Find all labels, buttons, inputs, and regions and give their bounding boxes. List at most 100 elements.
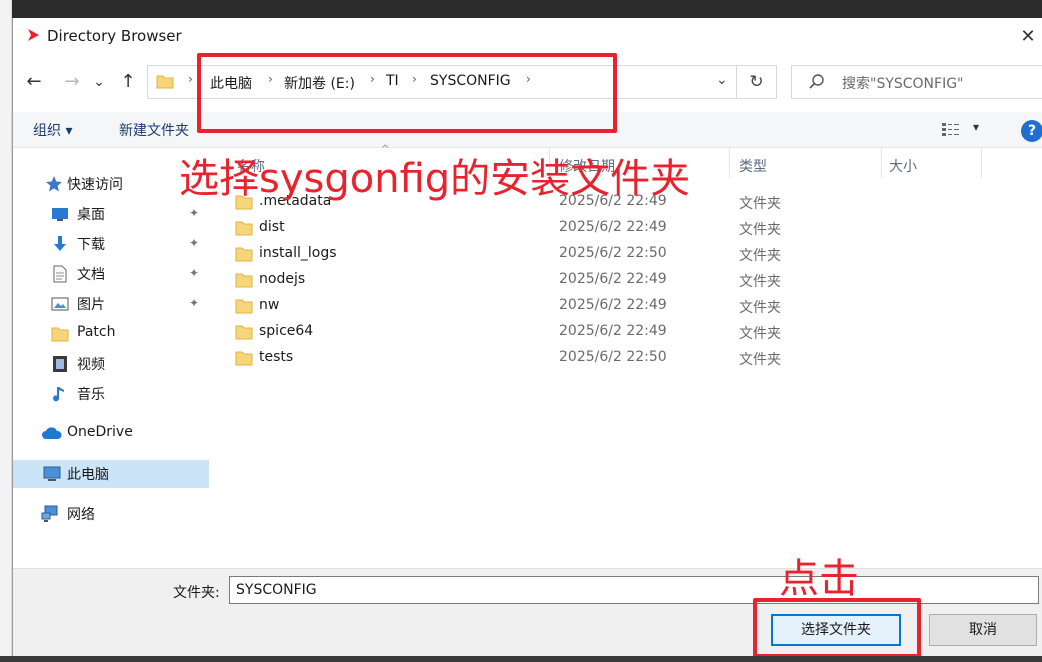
file-name: nw — [259, 297, 280, 313]
breadcrumb-separator: › — [188, 72, 193, 86]
app-logo-icon — [28, 29, 39, 41]
organize-menu[interactable]: 组织 ▾ — [33, 120, 72, 140]
file-name: install_logs — [259, 245, 337, 261]
sidebar-label: 下载 — [77, 237, 105, 253]
column-header-type[interactable]: 类型 — [739, 156, 767, 176]
file-type: 文件夹 — [739, 248, 781, 264]
window-title: Directory Browser — [47, 27, 182, 45]
refresh-button[interactable]: ↻ — [737, 65, 777, 99]
sidebar-item-network[interactable]: 网络 — [13, 500, 209, 528]
document-icon — [53, 265, 67, 283]
annotation-box-address — [197, 53, 617, 133]
column-divider[interactable] — [981, 148, 982, 178]
file-date: 2025/6/2 22:49 — [559, 219, 667, 235]
file-row[interactable]: install_logs 2025/6/2 22:50 文件夹 — [209, 242, 1042, 268]
folder-icon — [51, 327, 69, 342]
annotation-text-select-folder: 选择sysgonfig的安装文件夹 — [179, 156, 691, 202]
column-divider[interactable] — [729, 148, 730, 178]
sidebar-label: 此电脑 — [67, 467, 109, 483]
annotation-text-click: 点击 — [779, 556, 859, 602]
file-type: 文件夹 — [739, 352, 781, 368]
pin-icon: ✦ — [189, 206, 200, 220]
sidebar-item-documents[interactable]: 文档 ✦ — [13, 260, 209, 288]
file-date: 2025/6/2 22:50 — [559, 245, 667, 261]
view-options-icon[interactable] — [941, 121, 961, 139]
new-folder-button[interactable]: 新建文件夹 — [119, 120, 189, 140]
file-type: 文件夹 — [739, 274, 781, 290]
annotation-box-select-button — [753, 598, 921, 658]
forward-button[interactable]: → — [59, 68, 85, 96]
view-dropdown-icon[interactable]: ▾ — [973, 120, 979, 134]
sidebar-label: 文档 — [77, 267, 105, 283]
directory-browser-dialog: Directory Browser ✕ ← → ⌄ ↑ › 此电脑 › 新加卷 … — [12, 18, 1042, 658]
folder-icon — [235, 247, 253, 262]
file-date: 2025/6/2 22:49 — [559, 271, 667, 287]
search-input[interactable]: 搜索"SYSCONFIG" — [791, 65, 1042, 99]
star-icon — [46, 176, 62, 192]
sidebar-item-patch[interactable]: Patch — [13, 320, 209, 348]
file-name: nodejs — [259, 271, 306, 287]
sidebar-label: 图片 — [77, 297, 105, 313]
back-button[interactable]: ← — [21, 68, 47, 96]
music-icon — [53, 387, 64, 402]
up-button[interactable]: ↑ — [115, 68, 141, 96]
file-name: spice64 — [259, 323, 314, 339]
sidebar-item-desktop[interactable]: 桌面 ✦ — [13, 200, 209, 228]
computer-icon — [43, 466, 61, 481]
sidebar-item-downloads[interactable]: 下载 ✦ — [13, 230, 209, 258]
cancel-button[interactable]: 取消 — [929, 614, 1037, 646]
sidebar-item-videos[interactable]: 视频 — [13, 350, 209, 378]
file-name: dist — [259, 219, 285, 235]
search-placeholder: 搜索"SYSCONFIG" — [842, 76, 964, 92]
download-icon — [54, 236, 66, 251]
file-date: 2025/6/2 22:49 — [559, 323, 667, 339]
folder-icon — [235, 221, 253, 236]
pin-icon: ✦ — [189, 236, 200, 250]
pin-icon: ✦ — [189, 266, 200, 280]
pin-icon: ✦ — [189, 296, 200, 310]
file-row[interactable]: nw 2025/6/2 22:49 文件夹 — [209, 294, 1042, 320]
file-row[interactable]: dist 2025/6/2 22:49 文件夹 — [209, 216, 1042, 242]
folder-icon — [235, 351, 253, 366]
folder-icon — [156, 75, 174, 89]
file-date: 2025/6/2 22:49 — [559, 297, 667, 313]
background-window-edge — [0, 0, 12, 662]
sidebar-item-onedrive[interactable]: OneDrive — [13, 420, 209, 448]
column-divider[interactable] — [881, 148, 882, 178]
sidebar-label: 网络 — [67, 507, 95, 523]
background-taskbar-strip — [0, 656, 1042, 662]
file-row[interactable]: tests 2025/6/2 22:50 文件夹 — [209, 346, 1042, 372]
search-icon — [809, 74, 824, 89]
title-bar: Directory Browser ✕ — [13, 18, 1042, 56]
sidebar-label: 快速访问 — [67, 177, 123, 193]
column-header-size[interactable]: 大小 — [889, 156, 917, 176]
network-icon — [41, 505, 58, 522]
file-date: 2025/6/2 22:50 — [559, 349, 667, 365]
sidebar-label: OneDrive — [67, 424, 133, 440]
folder-icon — [235, 273, 253, 288]
file-row[interactable]: spice64 2025/6/2 22:49 文件夹 — [209, 320, 1042, 346]
sidebar-label: 音乐 — [77, 387, 105, 403]
folder-icon — [235, 325, 253, 340]
file-type: 文件夹 — [739, 326, 781, 342]
file-type: 文件夹 — [739, 222, 781, 238]
file-type: 文件夹 — [739, 300, 781, 316]
sidebar-label: Patch — [77, 324, 116, 340]
recent-locations-button[interactable]: ⌄ — [89, 68, 109, 96]
sidebar-item-pictures[interactable]: 图片 ✦ — [13, 290, 209, 318]
address-dropdown-icon[interactable]: ⌄ — [716, 72, 728, 88]
help-icon[interactable]: ? — [1021, 120, 1042, 142]
close-button[interactable]: ✕ — [1013, 24, 1042, 50]
file-type: 文件夹 — [739, 196, 781, 212]
sidebar-item-this-pc[interactable]: 此电脑 — [13, 460, 209, 488]
sidebar-label: 视频 — [77, 357, 105, 373]
picture-icon — [51, 297, 69, 311]
cloud-icon — [42, 427, 62, 439]
background-strip — [0, 0, 1042, 18]
desktop-icon — [52, 208, 68, 221]
sidebar-label: 桌面 — [77, 207, 105, 223]
file-row[interactable]: nodejs 2025/6/2 22:49 文件夹 — [209, 268, 1042, 294]
sidebar-item-music[interactable]: 音乐 — [13, 380, 209, 408]
video-icon — [53, 356, 67, 372]
file-name: tests — [259, 349, 294, 365]
